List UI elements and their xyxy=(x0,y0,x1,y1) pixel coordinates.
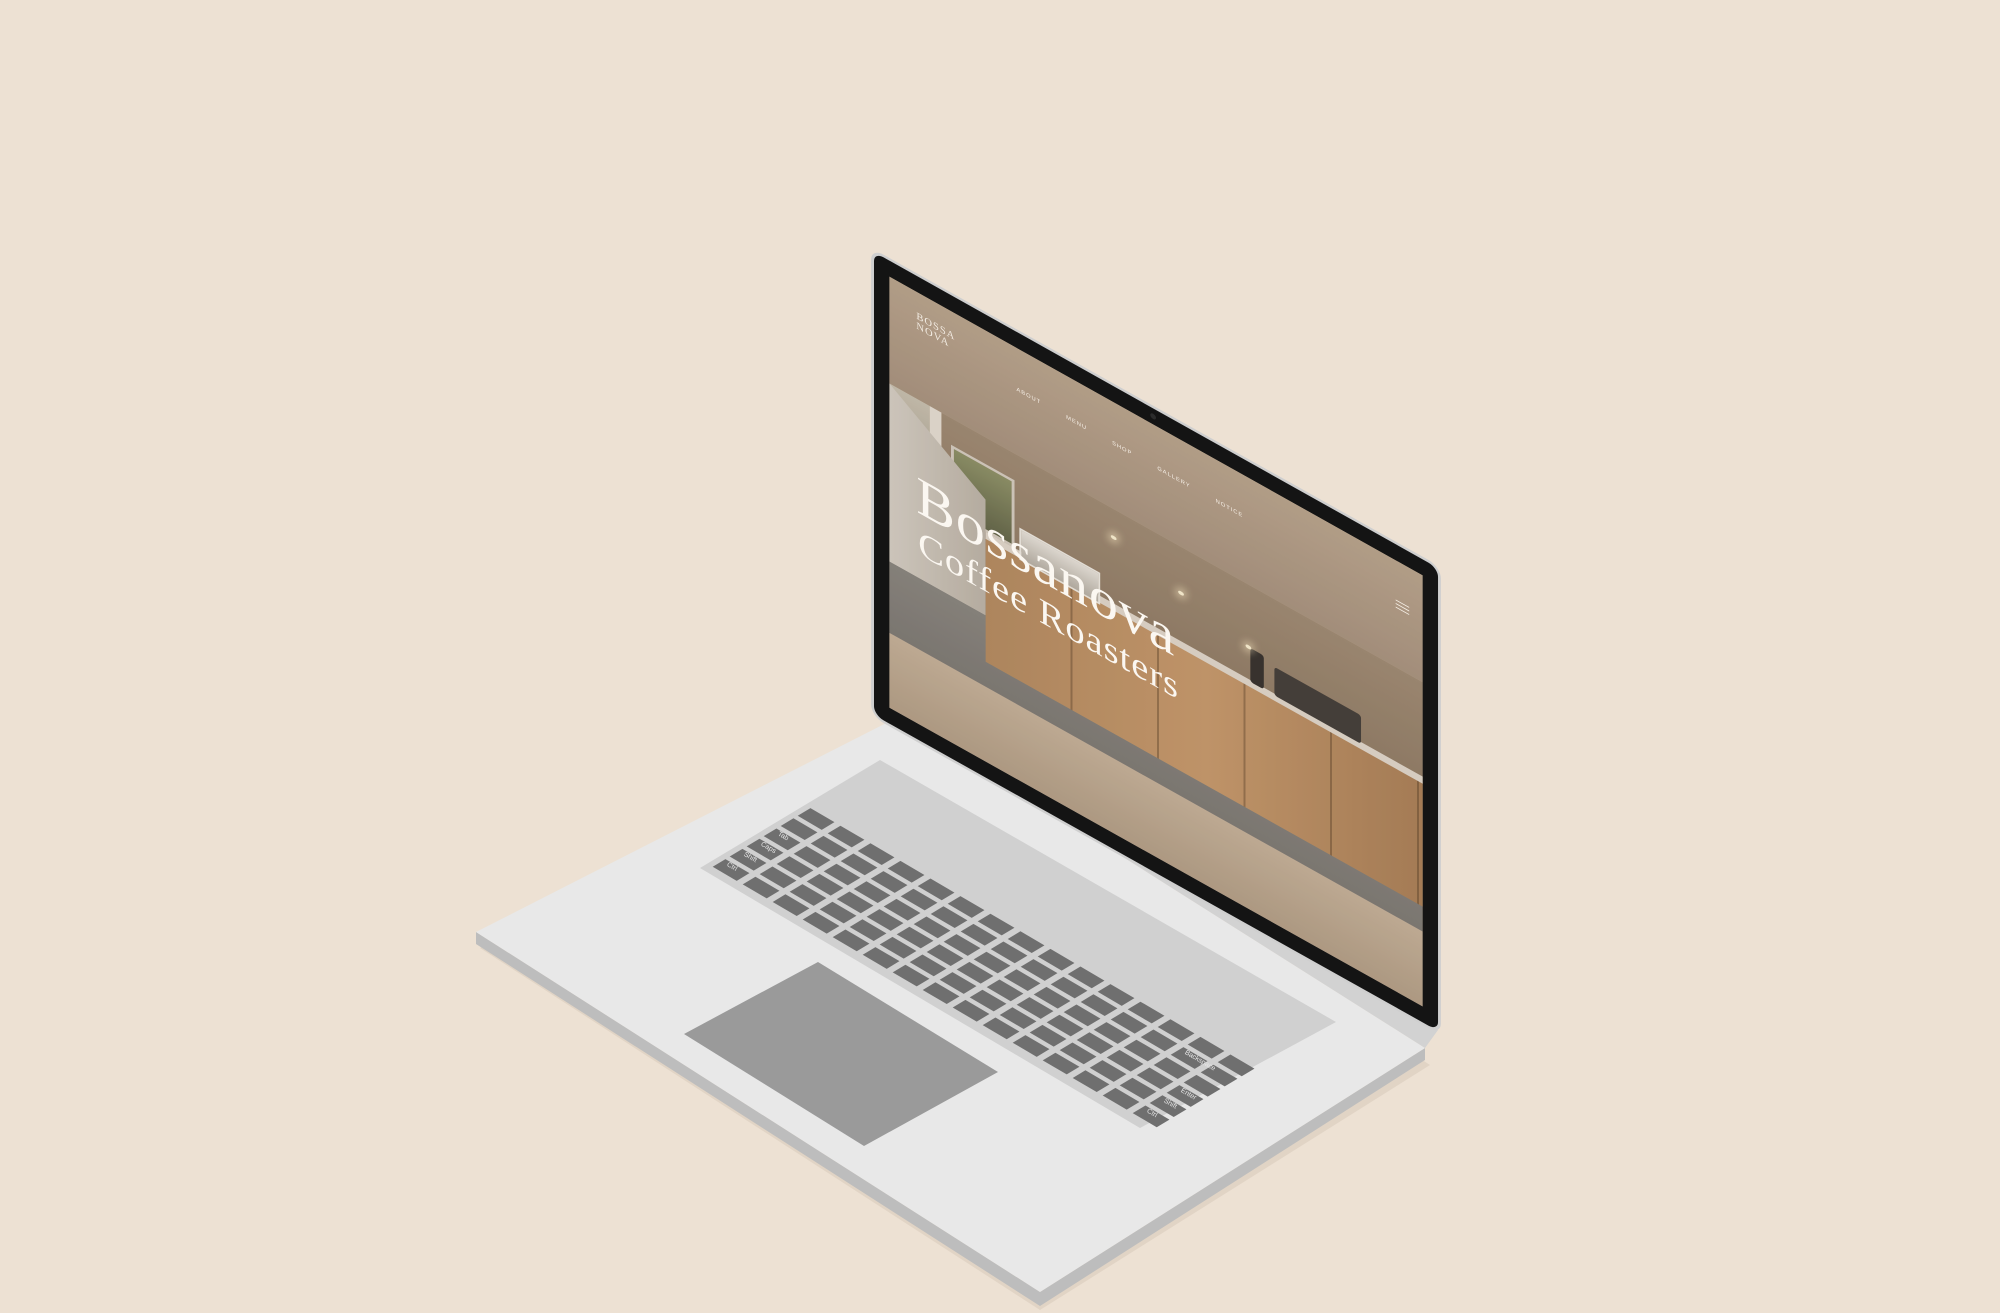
camera-icon xyxy=(1150,412,1157,421)
mockup-scene: Ctrl Shift Caps Tab Backspace Enter Shift Ctrl xyxy=(0,0,2000,1313)
